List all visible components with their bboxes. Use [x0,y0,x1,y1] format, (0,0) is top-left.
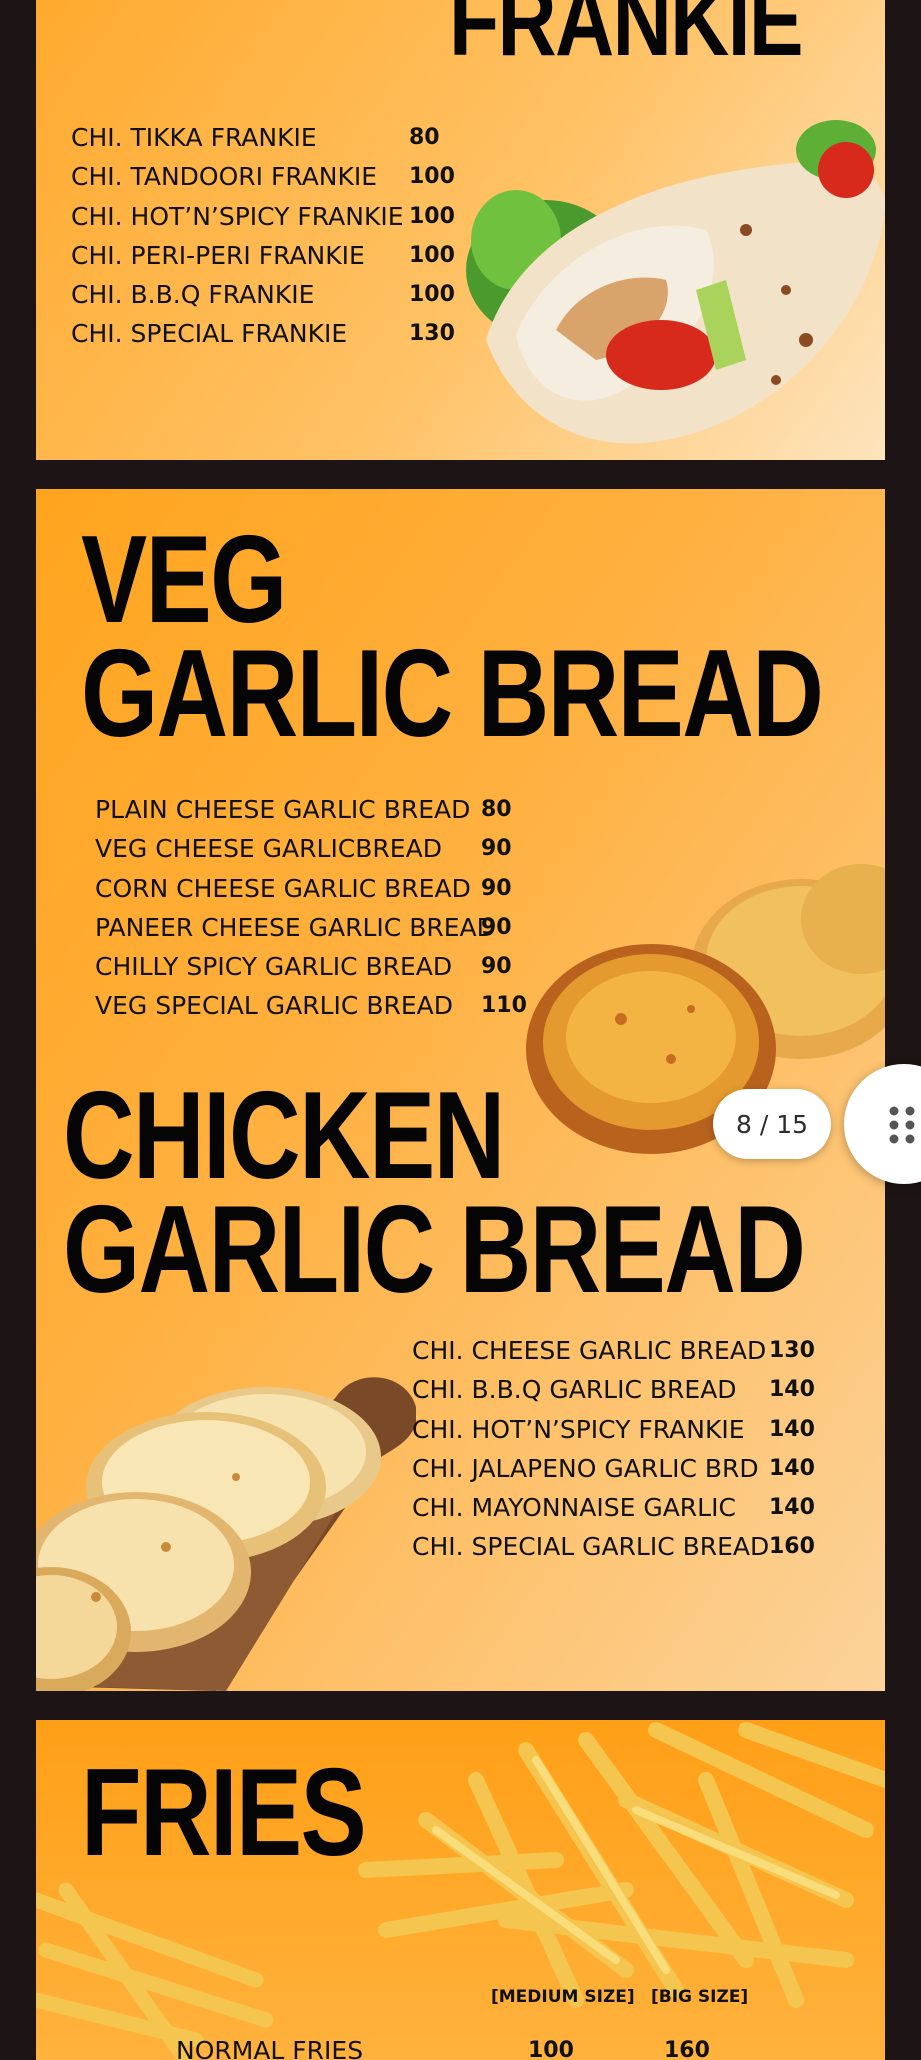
menu-item: PANEER CHEESE GARLIC BREAD 90 [95,908,512,947]
menu-item: CHI. MAYONNAISE GARLIC 140 [412,1488,815,1527]
menu-item: CHI. TIKKA FRANKIE 80 [71,118,440,157]
menu-item-name: CHI. TANDOORI FRANKIE [71,162,378,192]
menu-item-price: 130 [769,1338,815,1363]
menu-item-name: CHI. HOT’N’SPICY FRANKIE [412,1414,745,1444]
menu-item-name: PANEER CHEESE GARLIC BREAD [95,912,496,942]
menu-item: CHI. HOT’N’SPICY FRANKIE 140 [412,1410,815,1449]
menu-item: VEG SPECIAL GARLIC BREAD 110 [95,986,527,1025]
menu-item: CHI. CHEESE GARLIC BREAD 130 [412,1331,815,1370]
chicken-garlic-bread-title-line1: CHICKEN [63,1067,505,1205]
veg-garlic-bread-title-line1: VEG [81,511,287,649]
fries-image [358,1722,885,2008]
frankie-menu-list: CHI. TIKKA FRANKIE 80 CHI. TANDOORI FRANK… [71,118,455,354]
menu-item-price: 160 [769,1534,815,1560]
menu-item-name: CHI. B.B.Q FRANKIE [71,280,315,310]
menu-item-price: 80 [409,125,440,150]
menu-item: CHI. B.B.Q GARLIC BREAD 140 [412,1370,815,1409]
menu-item: CHI. HOT’N’SPICY FRANKIE 100 [71,197,455,236]
menu-item-price: 130 [409,321,455,347]
menu-item: VEG CHEESE GARLICBREAD 90 [95,829,512,868]
veg-garlic-bread-title-line2: GARLIC BREAD [81,625,824,763]
menu-item-price-medium: 100 [528,2038,574,2060]
menu-item-price: 140 [769,1495,815,1521]
page-counter-text: 8 / 15 [735,1109,809,1139]
menu-item-name: CHI. MAYONNAISE GARLIC [412,1493,736,1523]
size-medium-label: [MEDIUM SIZE] [491,1987,635,2007]
menu-item-name: CHI. JALAPENO GARLIC BRD [412,1453,759,1483]
menu-item-name: CHI. CHEESE GARLIC BREAD [412,1336,767,1365]
menu-item: NORMAL FRIES 100 160 [176,2031,710,2060]
chicken-garlic-bread-image [36,1377,416,1691]
menu-item: CORN CHEESE GARLIC BREAD 90 [95,869,512,908]
menu-item-name: CHI. SPECIAL GARLIC BREAD [412,1532,770,1562]
menu-item: CHI. B.B.Q FRANKIE 100 [71,275,455,314]
page-counter: 8 / 15 [713,1089,831,1159]
menu-item-name: CHI. HOT’N’SPICY FRANKIE [71,201,404,231]
menu-item: CHI. TANDOORI FRANKIE 100 [71,157,455,196]
menu-item-price: 100 [409,242,455,268]
menu-item-name: CHI. PERI-PERI FRANKIE [71,240,365,270]
menu-item-name: CORN CHEESE GARLIC BREAD [95,873,471,903]
grip-dots-icon [889,1106,915,1144]
menu-item-name: NORMAL FRIES [176,2036,364,2060]
menu-item-price: 140 [769,1416,815,1442]
frankie-title: FRANKIE [449,0,804,77]
size-big-label: [BIG SIZE] [651,1987,749,2007]
menu-item-price: 140 [769,1455,815,1481]
menu-item-price: 100 [409,164,455,190]
menu-item: CHI. SPECIAL GARLIC BREAD 160 [412,1527,815,1566]
fries-title: FRIES [81,1744,367,1882]
menu-item-name: PLAIN CHEESE GARLIC BREAD [95,795,471,824]
menu-page-fries: FRIES [MEDIUM SIZE] [BIG SIZE] NORMAL FR… [36,1720,885,2060]
menu-item-name: VEG CHEESE GARLICBREAD [95,834,442,864]
fries-image-left [36,1882,274,2060]
menu-item-name: CHI. TIKKA FRANKIE [71,123,317,152]
menu-item-price-big: 160 [664,2038,710,2060]
menu-item-name: CHILLY SPICY GARLIC BREAD [95,952,453,982]
menu-page-frankie: FRANKIE CHI. TIKKA FRANKIE 80 CHI. TANDOO… [36,0,885,460]
menu-item-price: 140 [769,1377,815,1403]
veg-garlic-bread-menu-list: PLAIN CHEESE GARLIC BREAD 80 VEG CHEESE G… [95,790,527,1026]
menu-item: CHI. SPECIAL FRANKIE 130 [71,314,455,353]
chicken-garlic-bread-title-line2: GARLIC BREAD [63,1181,806,1319]
menu-item: CHI. JALAPENO GARLIC BRD 140 [412,1449,815,1488]
menu-item-price: 80 [481,797,512,822]
menu-item-price: 100 [409,282,455,308]
menu-item: PLAIN CHEESE GARLIC BREAD 80 [95,790,512,829]
chicken-wrap-image [466,120,885,444]
menu-item: CHILLY SPICY GARLIC BREAD 90 [95,947,512,986]
menu-item: CHI. PERI-PERI FRANKIE 100 [71,236,455,275]
menu-item-price: 100 [409,203,455,229]
menu-item-name: CHI. SPECIAL FRANKIE [71,319,348,349]
menu-item-name: CHI. B.B.Q GARLIC BREAD [412,1375,737,1405]
menu-item-name: VEG SPECIAL GARLIC BREAD [95,991,453,1021]
chicken-garlic-bread-menu-list: CHI. CHEESE GARLIC BREAD 130 CHI. B.B.Q G… [412,1331,815,1567]
